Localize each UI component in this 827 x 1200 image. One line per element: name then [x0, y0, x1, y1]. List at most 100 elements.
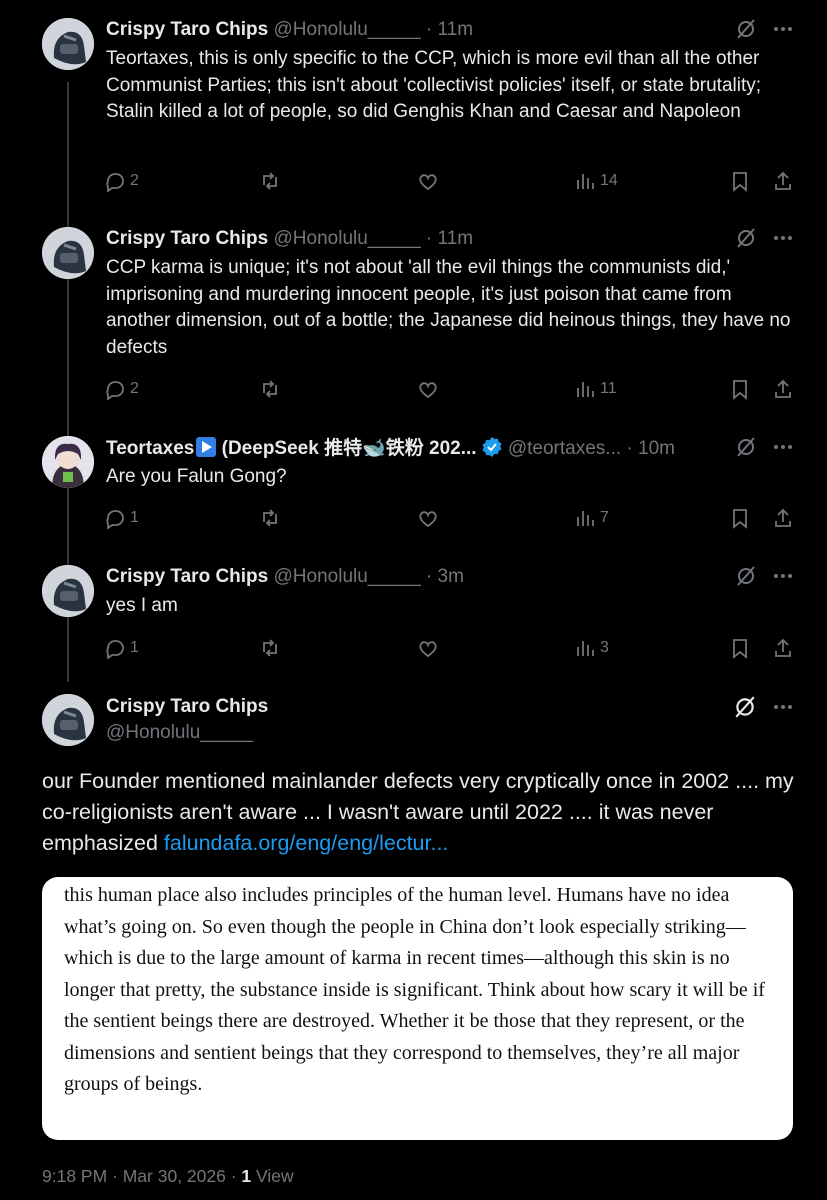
more-icon[interactable]	[773, 19, 793, 39]
action-bar: 2 11	[104, 378, 804, 404]
tweet-header: Crispy Taro Chips @Honolulu_____	[106, 695, 268, 745]
action-bar: 2 14	[104, 170, 804, 196]
bookmark-icon	[733, 380, 747, 400]
grok-icon[interactable]	[733, 695, 757, 719]
grok-icon[interactable]	[735, 227, 757, 249]
share-button[interactable]	[772, 637, 794, 659]
retweet-icon	[263, 639, 277, 657]
bookmark-button[interactable]	[729, 507, 751, 529]
lecture-link[interactable]: falundafa.org/eng/eng/lectur...	[164, 831, 449, 855]
reply-count: 2	[130, 380, 139, 397]
attached-image[interactable]: this human place also includes principle…	[42, 877, 793, 1140]
like-icon	[419, 382, 437, 399]
views-button[interactable]: 11	[574, 378, 617, 400]
handle[interactable]: @teortaxes...	[508, 438, 621, 459]
view-count: 1	[241, 1166, 252, 1186]
more-icon[interactable]	[773, 566, 793, 586]
reply-button[interactable]: 1	[104, 507, 139, 529]
bookmark-icon	[733, 172, 747, 192]
more-icon[interactable]	[773, 697, 793, 717]
share-button[interactable]	[772, 170, 794, 192]
display-name[interactable]: Teortaxes (DeepSeek 推特🐋铁粉 202...	[106, 437, 477, 459]
tweet-text: our Founder mentioned mainlander defects…	[42, 766, 802, 859]
like-button[interactable]	[417, 378, 439, 400]
reply-button[interactable]: 2	[104, 170, 139, 192]
tweet-text: Teortaxes, this is only specific to the …	[106, 48, 762, 122]
separator-dot: ·	[626, 438, 633, 459]
handle[interactable]: @Honolulu_____	[274, 566, 421, 587]
separator-dot: ·	[425, 566, 433, 587]
grok-icon[interactable]	[735, 436, 757, 458]
tweet-text: yes I am	[106, 595, 178, 616]
view-count: 14	[600, 172, 618, 189]
views-icon	[577, 511, 594, 526]
avatar[interactable]	[42, 436, 94, 488]
retweet-icon	[263, 172, 277, 190]
avatar[interactable]	[42, 565, 94, 617]
bookmark-icon	[733, 639, 747, 659]
avatar[interactable]	[42, 18, 94, 70]
display-name[interactable]: Crispy Taro Chips	[106, 228, 268, 249]
handle[interactable]: @Honolulu_____	[106, 721, 268, 745]
tweet-top-icons	[733, 695, 793, 719]
bookmark-button[interactable]	[729, 170, 751, 192]
like-button[interactable]	[417, 507, 439, 529]
view-label: View	[251, 1166, 294, 1186]
bookmark-button[interactable]	[729, 637, 751, 659]
views-button[interactable]: 7	[574, 507, 609, 529]
avatar[interactable]	[42, 227, 94, 279]
separator-dot: ·	[425, 228, 433, 249]
like-icon	[419, 511, 437, 528]
retweet-icon	[263, 509, 277, 527]
handle[interactable]: @Honolulu_____	[274, 19, 421, 40]
timestamp[interactable]: 10m	[638, 438, 675, 459]
tweet-metadata: 9:18 PM · Mar 30, 2026 · 1 View	[42, 1166, 294, 1187]
share-icon	[775, 638, 791, 657]
retweet-button[interactable]	[259, 507, 281, 529]
views-button[interactable]: 14	[574, 170, 618, 192]
retweet-button[interactable]	[259, 378, 281, 400]
share-icon	[775, 171, 791, 190]
grok-icon[interactable]	[735, 565, 757, 587]
share-button[interactable]	[772, 378, 794, 400]
retweet-button[interactable]	[259, 637, 281, 659]
display-name[interactable]: Crispy Taro Chips	[106, 566, 268, 587]
timestamp[interactable]: 11m	[438, 228, 474, 249]
reply-button[interactable]: 1	[104, 637, 139, 659]
share-button[interactable]	[772, 507, 794, 529]
display-name[interactable]: Crispy Taro Chips	[106, 19, 268, 40]
retweet-icon	[263, 380, 277, 398]
post-timestamp[interactable]: 9:18 PM · Mar 30, 2026 ·	[42, 1166, 241, 1186]
tweet-top-icons	[735, 436, 793, 458]
reply-icon	[106, 640, 124, 659]
separator-dot: ·	[425, 19, 433, 40]
view-count: 11	[600, 380, 617, 397]
handle[interactable]: @Honolulu_____	[274, 228, 421, 249]
display-name[interactable]: Crispy Taro Chips	[106, 695, 268, 719]
avatar[interactable]	[42, 694, 94, 746]
views-button[interactable]: 3	[574, 637, 609, 659]
timestamp[interactable]: 3m	[438, 566, 464, 587]
bookmark-button[interactable]	[729, 378, 751, 400]
bookmark-icon	[733, 509, 747, 529]
timestamp[interactable]: 11m	[438, 19, 474, 40]
tweet-top-icons	[735, 18, 793, 40]
retweet-button[interactable]	[259, 170, 281, 192]
tweet-header: Crispy Taro Chips @Honolulu_____ · 11m	[106, 227, 473, 251]
reply-button[interactable]: 2	[104, 378, 139, 400]
display-name-text: Teortaxes	[106, 438, 195, 459]
like-button[interactable]	[417, 637, 439, 659]
tweet-top-icons	[735, 565, 793, 587]
views-icon	[577, 641, 594, 656]
action-bar: 1 7	[104, 507, 804, 533]
reply-icon	[106, 510, 124, 529]
more-icon[interactable]	[773, 228, 793, 248]
tweet-text: Are you Falun Gong?	[106, 466, 287, 487]
tweet-top-icons	[735, 227, 793, 249]
more-icon[interactable]	[773, 437, 793, 457]
tweet-header: Crispy Taro Chips @Honolulu_____ · 3m	[106, 565, 464, 589]
tweet-header: Teortaxes (DeepSeek 推特🐋铁粉 202... @teorta…	[106, 436, 675, 461]
grok-icon[interactable]	[735, 18, 757, 40]
like-button[interactable]	[417, 170, 439, 192]
views-icon	[577, 382, 594, 397]
